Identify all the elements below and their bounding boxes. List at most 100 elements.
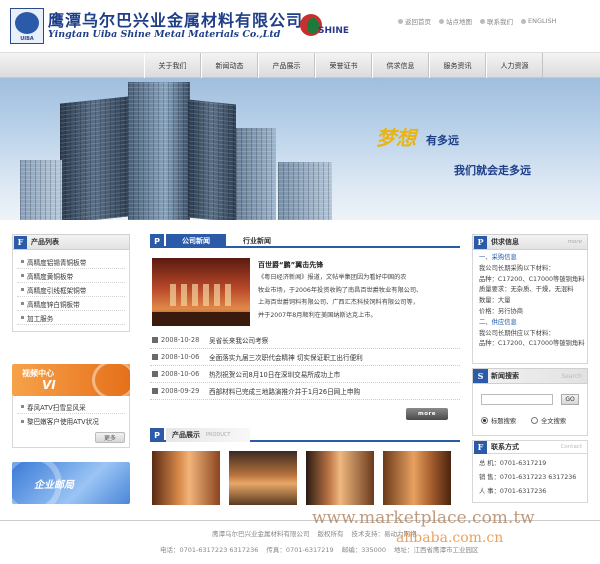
- nav-honors[interactable]: 荣誉证书: [315, 53, 372, 79]
- enterprise-mailbox-banner[interactable]: 企业邮局: [12, 462, 130, 504]
- headline-body: 《粤日经济新闻》报道，文帖举集团因为看好中国的农 牧业市场，于2006年投资收购…: [258, 272, 464, 322]
- supply-line: 二、供应信息: [479, 318, 517, 326]
- supply-line: 我公司长期供应以下材料：: [479, 329, 555, 337]
- radio-unchecked-icon: [531, 417, 538, 424]
- banner-building: [188, 99, 236, 220]
- headline-photo[interactable]: [152, 258, 250, 326]
- video-list-item[interactable]: 黎巴嫩客户使用ATV状况: [17, 414, 125, 428]
- footer-company: 鹰潭乌尔巴兴业金属材料有限公司: [212, 530, 310, 538]
- footer-line1: 鹰潭乌尔巴兴业金属材料有限公司 版权所有 技术支持：易动力网络: [212, 528, 417, 538]
- panel-badge-icon: P: [474, 235, 487, 249]
- banner-building: [128, 82, 190, 220]
- video-center-sub: VI: [42, 378, 56, 392]
- search-go-button[interactable]: GO: [561, 394, 579, 405]
- contact-icon: [480, 18, 485, 24]
- language-icon: [521, 18, 526, 24]
- supply-info-header: P 供求信息 more: [472, 234, 588, 250]
- product-list-item[interactable]: 高精度铝锡青铜板带: [17, 255, 125, 269]
- headline-body-line: 牧业市场，于2006年投资收购了南昌百世爵牧业有限公司、: [258, 286, 423, 294]
- search-input[interactable]: [481, 394, 553, 405]
- watermark-marketplace: www.marketplace.com.tw: [312, 508, 535, 528]
- product-thumb[interactable]: [229, 451, 297, 505]
- contact-badge-icon: F: [474, 440, 487, 454]
- product-list-item[interactable]: 加工服务: [17, 311, 125, 325]
- video-list-item[interactable]: 春风ATV扫雪显风采: [17, 400, 125, 414]
- supply-line: 价格：另行协商: [479, 307, 524, 315]
- product-list-item[interactable]: 高精度黄铜板带: [17, 269, 125, 283]
- product-list-header: F 产品列表: [12, 234, 130, 250]
- nav-products[interactable]: 产品展示: [258, 53, 315, 79]
- product-list-item[interactable]: 高精度锌白铜板带: [17, 297, 125, 311]
- news-search-panel: S 新闻搜索 Search GO 标题搜索 全文搜索: [472, 368, 588, 436]
- news-bullet-icon: [152, 337, 158, 343]
- supply-line: 数量：大量: [479, 297, 511, 305]
- banner-building: [60, 96, 130, 220]
- contact-line: 总 机：0701-6317219: [479, 460, 547, 467]
- mailbox-title: 企业邮局: [34, 480, 74, 491]
- supply-line: 一、采购信息: [479, 254, 517, 261]
- company-logo[interactable]: UIBA: [10, 8, 44, 44]
- news-list-item[interactable]: 2008-10-06 热烈祝贺公司8月10日在深圳交易所成功上市: [150, 366, 460, 383]
- search-badge-icon: S: [474, 369, 487, 383]
- news-bullet-icon: [152, 354, 158, 360]
- footer-zip: 邮编：335000: [341, 546, 387, 554]
- supply-line: 品种：C17200、C17000等铍铜角料: [479, 340, 585, 348]
- contact-en: Contact: [560, 444, 582, 450]
- product-list-title: 产品列表: [31, 238, 59, 246]
- news-bullet-icon: [152, 388, 158, 394]
- top-links: 返回首页 站点地图 联系我们 ENGLISH: [398, 16, 557, 26]
- products-show-title: 产品展示: [172, 431, 200, 439]
- news-tabs: P 公司新闻 行业新闻: [150, 234, 460, 248]
- contact-panel: F 联系方式 Contact 总 机：0701-6317219 销 售：0701…: [472, 440, 588, 503]
- top-link-english[interactable]: ENGLISH: [521, 16, 557, 26]
- banner-building: [278, 162, 332, 220]
- news-more-button[interactable]: more: [406, 408, 448, 420]
- supply-info-panel: P 供求信息 more 一、采购信息 我公司长期采购以下材料： 品种：C1720…: [472, 234, 588, 364]
- radio-checked-icon: [481, 417, 488, 424]
- top-link-contact[interactable]: 联系我们: [480, 16, 513, 26]
- contact-header: F 联系方式 Contact: [472, 440, 588, 454]
- radio-content-search[interactable]: 全文搜索: [531, 416, 566, 425]
- nav-supply[interactable]: 供求信息: [372, 53, 429, 79]
- product-thumb[interactable]: [306, 451, 374, 505]
- supply-line: 质量要求：无杂质、干燥，无混料: [479, 286, 574, 294]
- nav-about[interactable]: 关于我们: [144, 53, 201, 79]
- video-decor-icon: [92, 364, 130, 396]
- top-link-home[interactable]: 返回首页: [398, 16, 431, 26]
- photo-performers: [170, 284, 232, 306]
- news-badge-icon: P: [150, 234, 164, 248]
- nav-service[interactable]: 服务资讯: [429, 53, 486, 79]
- video-center-banner[interactable]: 视频中心 VI: [12, 364, 130, 396]
- tab-industry-news[interactable]: 行业新闻: [232, 234, 282, 248]
- top-link-sitemap[interactable]: 站点地图: [439, 16, 472, 26]
- product-thumb[interactable]: [152, 451, 220, 505]
- news-search-title: 新闻搜索: [491, 372, 519, 380]
- video-more-button[interactable]: 更多: [95, 432, 125, 443]
- headline-body-line: 并于2007年8月顺利在美国纳斯达克上市。: [258, 311, 377, 319]
- news-bullet-icon: [152, 371, 158, 377]
- home-icon: [398, 18, 403, 24]
- headline-body-line: 《粤日经济新闻》报道，文帖举集团因为看好中国的农: [258, 274, 407, 281]
- contact-title: 联系方式: [491, 443, 519, 451]
- news-list-item[interactable]: 2008-10-06 全面落实九届三次职代会精神 切实保证职工出行便利: [150, 349, 460, 366]
- nav-news[interactable]: 新闻动态: [201, 53, 258, 79]
- news-list-item[interactable]: 2008-09-29 西部材料已完成三地路演推介并于1月26日网上申购: [150, 383, 460, 400]
- watermark-alibaba: alibaba.com.cn: [396, 530, 504, 546]
- supply-more-link[interactable]: more: [568, 239, 582, 245]
- product-thumb[interactable]: [383, 451, 451, 505]
- tab-company-news[interactable]: 公司新闻: [166, 234, 226, 248]
- radio-title-search[interactable]: 标题搜索: [481, 416, 516, 425]
- headline-title[interactable]: 百世爵“鹏”翼击先锋: [258, 260, 323, 270]
- product-list-item[interactable]: 高精度引线框架铜带: [17, 283, 125, 297]
- news-list-item[interactable]: 2008-10-28 吴省长来我公司考察: [150, 332, 460, 349]
- nav-hr[interactable]: 人力资源: [486, 53, 543, 79]
- banner-slogan-small: 有多远: [426, 134, 459, 147]
- banner-slogan-big: 梦想: [376, 126, 416, 150]
- supply-info-title: 供求信息: [491, 238, 519, 246]
- logo-emblem-icon: [15, 12, 39, 34]
- sitemap-icon: [439, 18, 444, 24]
- products-show-tab[interactable]: 产品展示 PRODUCT: [166, 428, 250, 442]
- products-show-en: PRODUCT: [206, 432, 231, 438]
- banner-slogan-line2: 我们就会走多远: [454, 164, 531, 177]
- news-list: 2008-10-28 吴省长来我公司考察 2008-10-06 全面落实九届三次职代…: [150, 332, 460, 400]
